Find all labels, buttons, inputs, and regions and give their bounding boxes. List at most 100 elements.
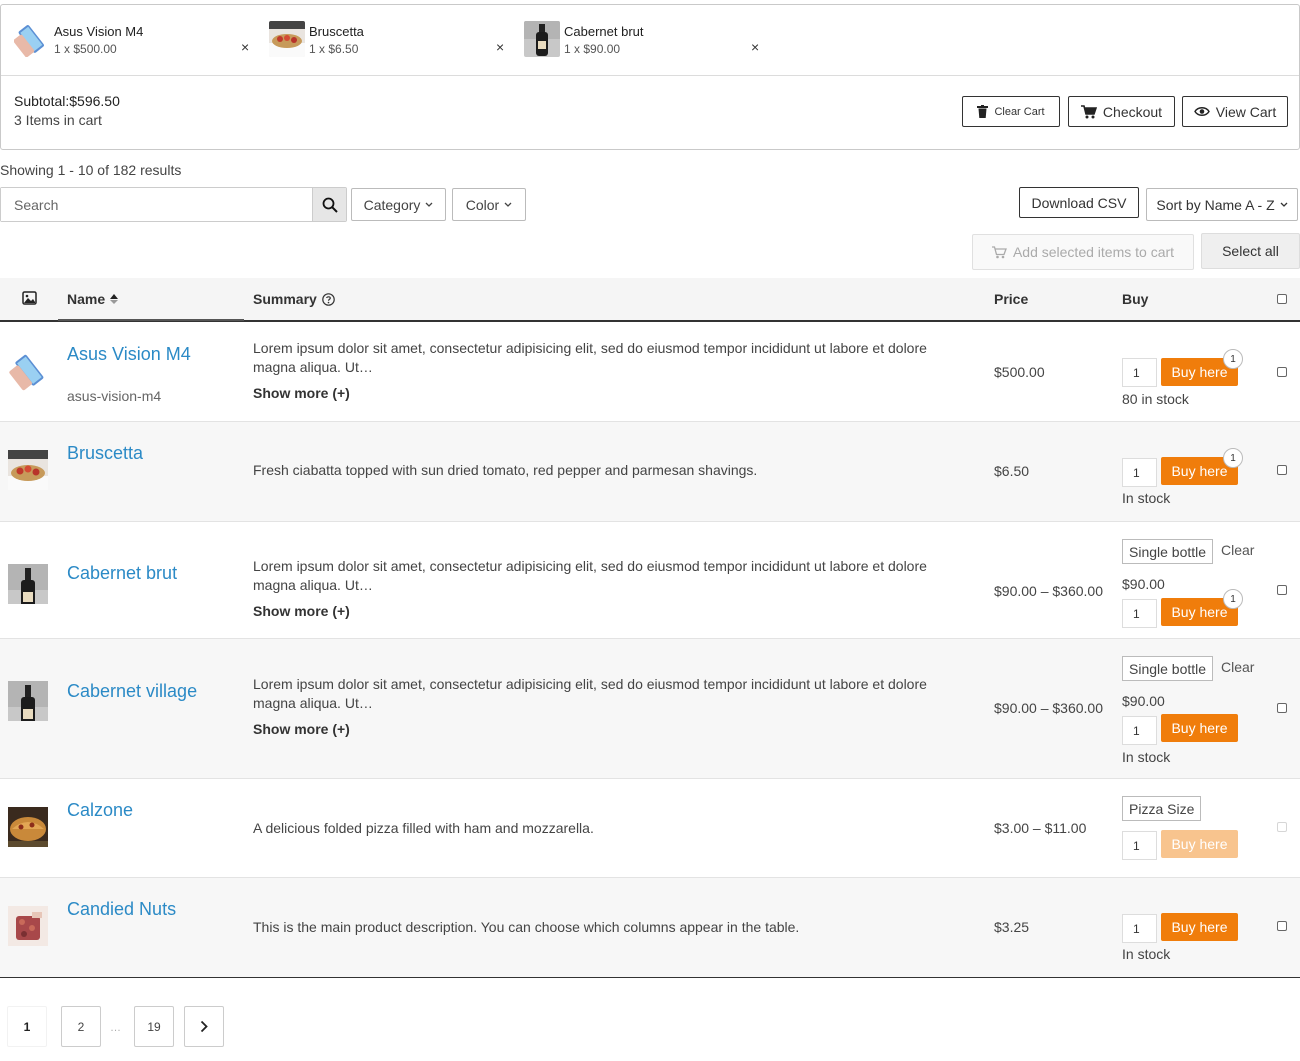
- chevron-down-icon: [504, 202, 512, 207]
- buy-here-button[interactable]: Buy here: [1161, 830, 1238, 858]
- cart-icon: [991, 245, 1007, 258]
- search-button[interactable]: [312, 188, 346, 221]
- product-name-link[interactable]: Calzone: [67, 800, 133, 821]
- cart-item-name[interactable]: Bruscetta: [309, 24, 364, 39]
- sort-up-icon: [110, 294, 119, 304]
- row-select-checkbox[interactable]: [1277, 465, 1287, 475]
- image-icon: [22, 291, 37, 305]
- cart-item-quantity: 1 x $90.00: [564, 42, 621, 56]
- page-button[interactable]: 19: [134, 1006, 174, 1047]
- row-select-checkbox[interactable]: [1277, 921, 1287, 931]
- image-column-header: [22, 291, 37, 305]
- view-cart-button[interactable]: View Cart: [1182, 96, 1288, 127]
- next-page-button[interactable]: [184, 1006, 224, 1047]
- clear-variant-link[interactable]: Clear: [1221, 659, 1254, 675]
- cart-item-quantity: 1 x $500.00: [54, 42, 117, 56]
- product-name-link[interactable]: Bruscetta: [67, 443, 143, 464]
- product-summary: Fresh ciabatta topped with sun dried tom…: [253, 462, 758, 478]
- variant-selector[interactable]: Single bottle: [1122, 539, 1214, 564]
- row-select-checkbox[interactable]: [1277, 585, 1287, 595]
- stock-status: In stock: [1122, 749, 1171, 765]
- mini-cart: Asus Vision M4 1 x $500.00 × Bruscetta 1…: [0, 4, 1300, 150]
- select-all-checkbox[interactable]: [1277, 294, 1287, 304]
- table-row: Cabernet village Lorem ipsum dolor sit a…: [0, 639, 1300, 779]
- show-more-link[interactable]: Show more (+): [253, 385, 350, 401]
- product-thumbnail: [8, 450, 48, 490]
- show-more-link[interactable]: Show more (+): [253, 603, 350, 619]
- product-name-link[interactable]: Cabernet village: [67, 681, 197, 702]
- row-select-checkbox[interactable]: [1277, 367, 1287, 377]
- color-filter-label: Color: [465, 196, 500, 213]
- variant-price: $90.00: [1122, 576, 1165, 592]
- buy-column-header: Buy: [1122, 291, 1149, 307]
- add-selected-to-cart-button[interactable]: Add selected items to cart: [972, 234, 1194, 270]
- product-price: $90.00 – $360.00: [994, 700, 1103, 716]
- product-thumbnail: [14, 21, 50, 57]
- row-select-checkbox[interactable]: [1277, 703, 1287, 713]
- sort-dropdown[interactable]: Sort by Name A - Z: [1146, 188, 1298, 221]
- table-row: Cabernet brut Lorem ipsum dolor sit amet…: [0, 522, 1300, 639]
- add-selected-label: Add selected items to cart: [1012, 244, 1175, 260]
- pagination-ellipsis: …: [110, 1022, 121, 1034]
- cart-quantity-badge: 1: [1223, 448, 1243, 468]
- table-header: Name Summary Price Buy: [0, 278, 1300, 322]
- quantity-input[interactable]: 1: [1122, 599, 1157, 628]
- variant-selector[interactable]: Pizza Size: [1122, 796, 1202, 821]
- category-filter-label: Category: [363, 196, 421, 213]
- search-box: [0, 187, 347, 222]
- product-name-link[interactable]: Candied Nuts: [67, 899, 176, 920]
- cart-quantity-badge: 1: [1223, 349, 1243, 369]
- product-name-link[interactable]: Asus Vision M4: [67, 344, 191, 365]
- quantity-input[interactable]: 1: [1122, 914, 1157, 943]
- color-filter[interactable]: Color: [452, 188, 526, 221]
- remove-item-icon[interactable]: ×: [241, 39, 249, 55]
- cart-item-name[interactable]: Cabernet brut: [564, 24, 644, 39]
- cart-subtotal: Subtotal:$596.50: [14, 93, 120, 109]
- table-row: Bruscetta Fresh ciabatta topped with sun…: [0, 422, 1300, 522]
- product-thumbnail: [8, 906, 48, 946]
- product-price: $3.25: [994, 919, 1030, 935]
- cart-icon: [1080, 104, 1097, 118]
- product-price: $6.50: [994, 463, 1030, 479]
- category-filter[interactable]: Category: [351, 188, 446, 221]
- page-button[interactable]: 2: [61, 1006, 101, 1047]
- download-csv-button[interactable]: Download CSV: [1019, 187, 1139, 218]
- summary-header-label: Summary: [253, 291, 317, 307]
- cart-item: Cabernet brut 1 x $90.00 ×: [524, 21, 764, 61]
- page-button-current[interactable]: 1: [7, 1006, 47, 1047]
- product-price: $3.00 – $11.00: [994, 820, 1087, 836]
- checkout-button[interactable]: Checkout: [1068, 96, 1175, 127]
- clear-variant-link[interactable]: Clear: [1221, 542, 1254, 558]
- cart-item-quantity: 1 x $6.50: [309, 42, 359, 56]
- buy-here-button[interactable]: Buy here: [1161, 913, 1238, 941]
- remove-item-icon[interactable]: ×: [751, 39, 759, 55]
- clear-cart-button[interactable]: Clear Cart: [962, 96, 1060, 127]
- product-thumbnail: [8, 681, 48, 721]
- sort-indicator-line: [58, 319, 244, 321]
- product-price: $90.00 – $360.00: [994, 583, 1103, 599]
- chevron-down-icon: [1280, 202, 1288, 207]
- select-all-button[interactable]: Select all: [1201, 233, 1300, 269]
- quantity-input[interactable]: 1: [1122, 831, 1157, 860]
- product-sku: asus-vision-m4: [67, 388, 162, 404]
- buy-here-button[interactable]: Buy here: [1161, 714, 1238, 742]
- cart-items-list: Asus Vision M4 1 x $500.00 × Bruscetta 1…: [1, 5, 1299, 76]
- chevron-down-icon: [425, 202, 433, 207]
- name-column-header[interactable]: Name: [67, 291, 119, 307]
- quantity-input[interactable]: 1: [1122, 358, 1157, 387]
- cart-item: Bruscetta 1 x $6.50 ×: [269, 21, 509, 61]
- stock-status: 80 in stock: [1122, 391, 1189, 407]
- row-select-checkbox[interactable]: [1277, 822, 1287, 832]
- results-count: Showing 1 - 10 of 182 results: [0, 162, 182, 178]
- product-name-link[interactable]: Cabernet brut: [67, 563, 177, 584]
- help-icon[interactable]: [322, 292, 335, 306]
- product-summary: Lorem ipsum dolor sit amet, consectetur …: [253, 340, 927, 375]
- remove-item-icon[interactable]: ×: [496, 39, 504, 55]
- quantity-input[interactable]: 1: [1122, 716, 1157, 745]
- cart-item-name[interactable]: Asus Vision M4: [54, 24, 143, 39]
- quantity-input[interactable]: 1: [1122, 458, 1157, 487]
- search-input[interactable]: [1, 188, 313, 221]
- variant-selector[interactable]: Single bottle: [1122, 656, 1214, 681]
- product-price: $500.00: [994, 364, 1045, 380]
- show-more-link[interactable]: Show more (+): [253, 721, 350, 737]
